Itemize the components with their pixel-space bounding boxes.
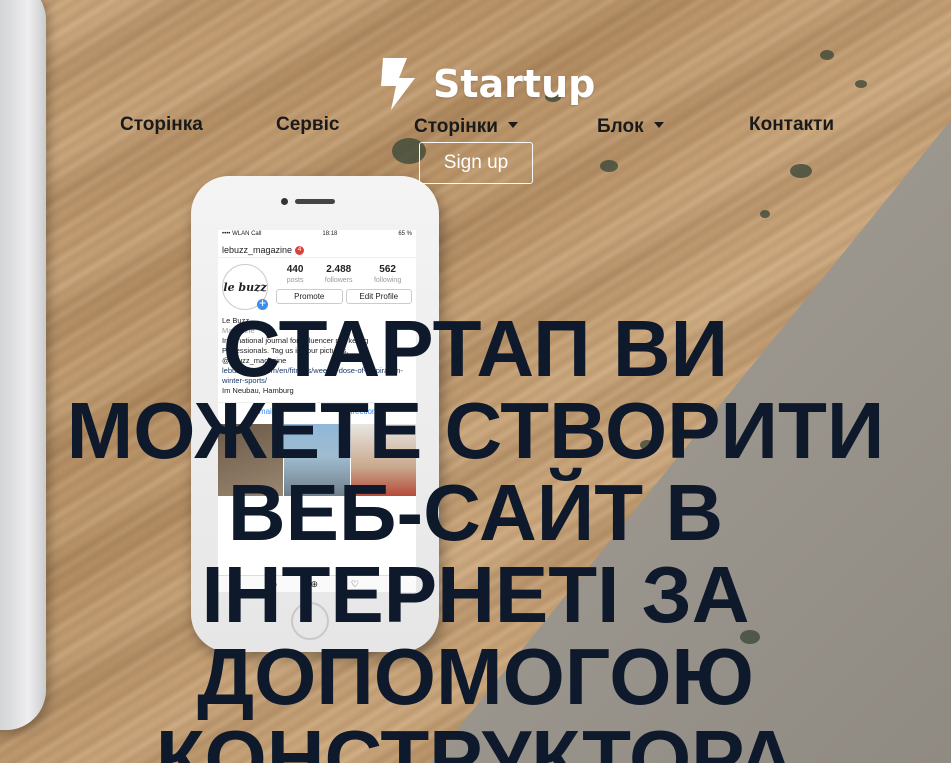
brand-name: Startup [433,62,596,106]
nav-item-storinky[interactable]: Сторінки [414,116,518,138]
signup-button[interactable]: Sign up [419,142,533,184]
nav-item-blok[interactable]: Блок [597,116,664,138]
nav-label: Блок [597,116,644,137]
stat-posts: 440 posts [286,264,304,284]
profile-username: lebuzz_magazine [222,245,293,255]
notification-badge: 4 [295,245,305,255]
hero-title: Стартап Ви можете створити веб-сайт в Ін… [66,304,885,763]
edit-profile-button: Edit Profile [345,289,412,304]
status-carrier: •••• WLAN Call [222,231,262,237]
stat-following: 562 following [373,264,402,284]
brand-logo[interactable]: Startup [381,58,595,110]
status-time: 18:18 [322,231,338,237]
phone-speaker [295,199,335,204]
stat-followers: 2.488 followers [324,264,353,284]
phone-camera [281,198,288,205]
status-battery: 65 % [398,231,412,237]
nav-label: Контакти [749,114,835,135]
phone-status-bar: •••• WLAN Call 18:18 65 % [218,230,416,243]
avatar-text: le buzz [223,280,267,294]
nav-item-servis[interactable]: Сервіс [276,114,339,136]
lightning-bolt-icon [381,58,415,110]
nav-label: Сервіс [276,114,340,135]
promote-button: Promote [276,289,343,304]
chevron-down-icon [507,121,518,128]
nav-label: Сторінка [120,114,203,135]
nav-item-kontakty[interactable]: Контакти [749,114,834,136]
nav-item-storinka[interactable]: Сторінка [120,114,203,136]
laptop-edge [0,0,46,730]
chevron-down-icon [653,121,664,128]
nav-label: Сторінки [414,116,498,137]
profile-header: lebuzz_magazine 4 [218,243,416,258]
